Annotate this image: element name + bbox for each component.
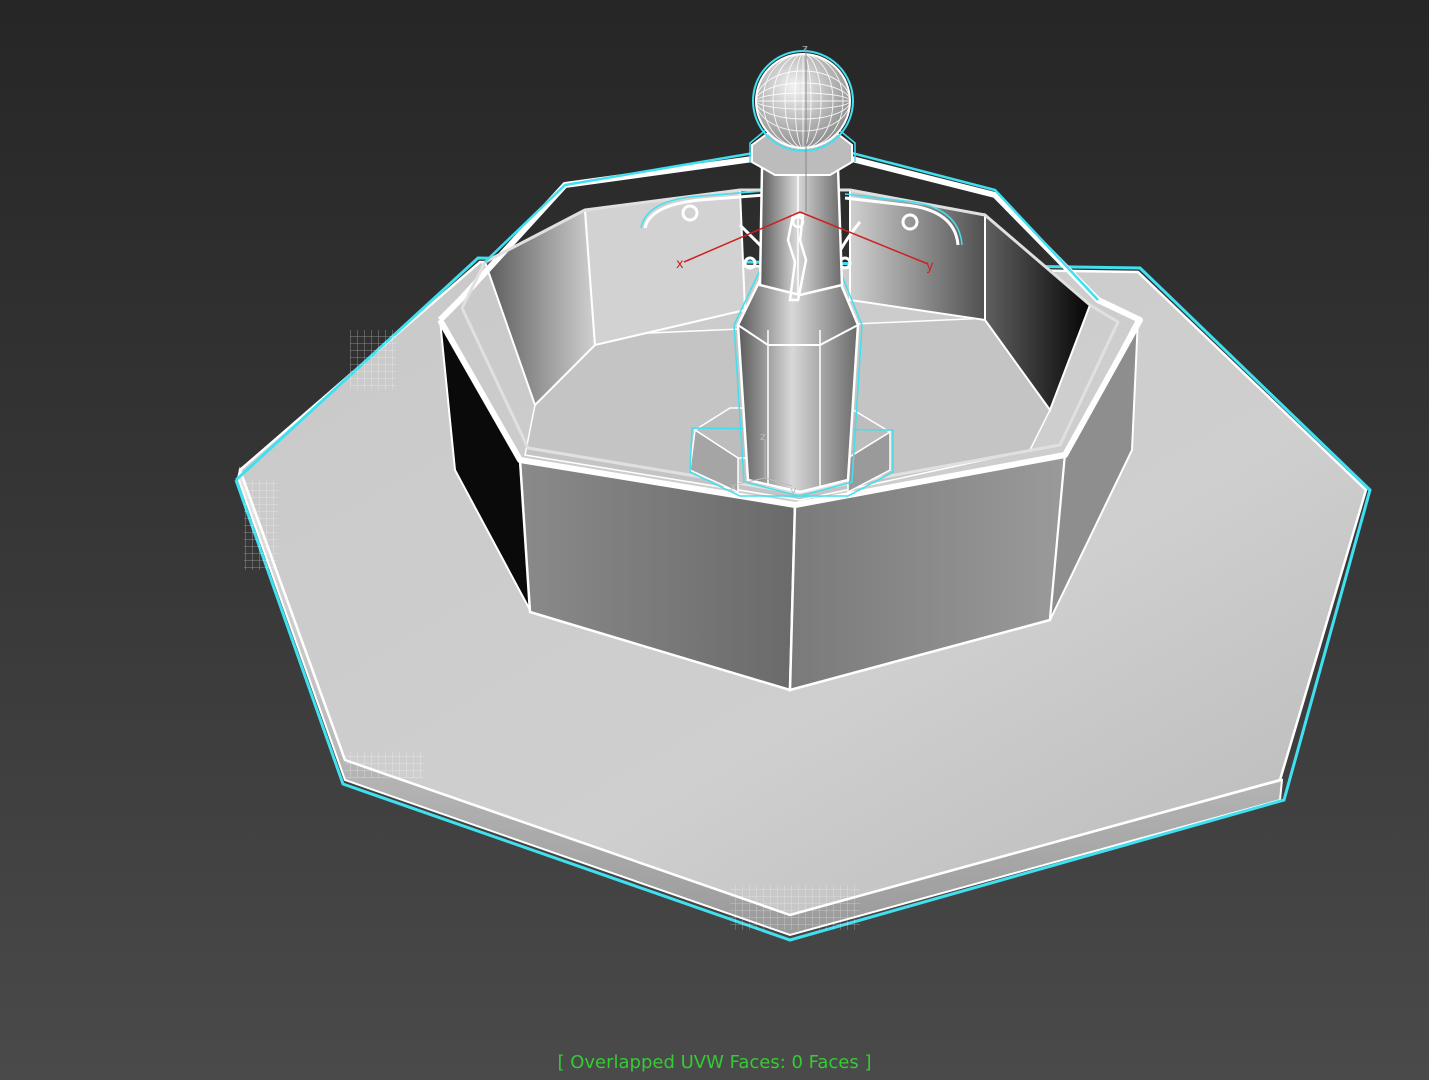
- gizmo-label-y: y: [926, 259, 934, 274]
- overlapped-uvw-faces-readout: [ Overlapped UVW Faces: 0 Faces ]: [557, 1052, 872, 1073]
- base-edge-wire-left: [244, 480, 278, 570]
- gizmo-label-z: z: [802, 42, 808, 55]
- 3d-viewport[interactable]: x y z z x y [ Overlapped UVW Faces: 0 Fa…: [0, 0, 1429, 1080]
- base-edge-wire-bottom: [345, 752, 425, 778]
- base-edge-wire-bottom-mid: [730, 885, 860, 930]
- column-lower: [736, 268, 860, 494]
- basin-inner-wall-back-right: [849, 188, 986, 322]
- base-edge-wire-upper: [350, 330, 396, 390]
- pivot-label-y: y: [790, 484, 797, 497]
- fountain-model-scene[interactable]: x y z z x y: [0, 0, 1429, 1080]
- pivot-label-z: z: [760, 430, 766, 443]
- gizmo-label-x: x: [676, 257, 684, 272]
- pivot-label-x: x: [730, 480, 737, 493]
